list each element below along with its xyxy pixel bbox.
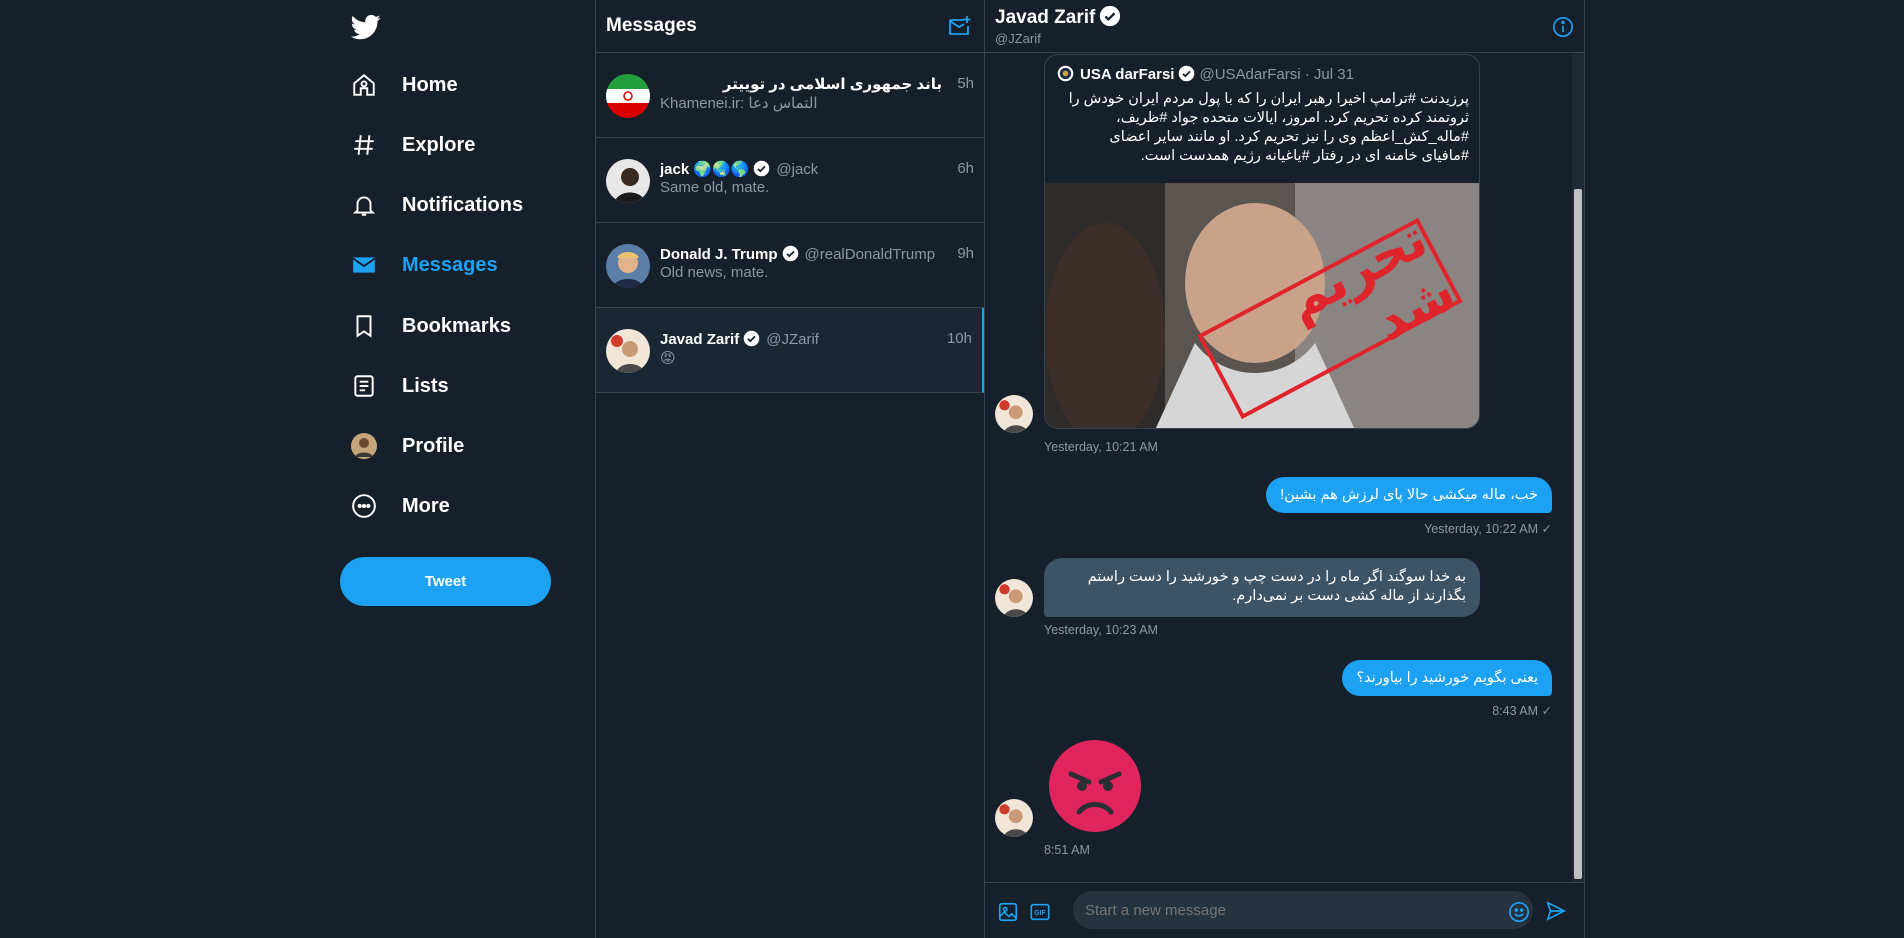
gif-icon[interactable]: GIF	[1029, 901, 1051, 923]
message-timestamp: 8:43 AM ✓	[1492, 704, 1552, 718]
shared-tweet-header: USA darFarsi @USAdarFarsi · Jul 31	[1057, 65, 1354, 83]
avatar	[606, 244, 650, 288]
avatar	[606, 159, 650, 203]
conversation-item[interactable]: jack 🌍🌏🌎 @jack 6h Same old, mate.	[596, 138, 984, 223]
twitter-logo-icon[interactable]	[350, 12, 382, 42]
nav-bookmarks[interactable]: Bookmarks	[340, 301, 511, 351]
shared-tweet-meta: @USAdarFarsi · Jul 31	[1199, 66, 1354, 83]
nav-notifications[interactable]: Notifications	[340, 180, 523, 230]
nav-explore[interactable]: Explore	[340, 120, 475, 170]
avatar	[995, 799, 1033, 837]
conversation-item[interactable]: باند جمهوری اسلامی در توییتر 5h Khamenei…	[596, 53, 984, 138]
message-timestamp: Yesterday, 10:23 AM	[1044, 623, 1158, 637]
conversation-item[interactable]: Javad Zarif @JZarif 10h 😡	[596, 308, 984, 393]
nav-more[interactable]: More	[340, 481, 450, 531]
scrollbar[interactable]	[1572, 53, 1584, 882]
conversation-time: 9h	[957, 245, 974, 262]
nav-home[interactable]: Home	[340, 60, 458, 110]
verified-badge-icon	[754, 160, 770, 177]
scrollbar-thumb[interactable]	[1574, 189, 1582, 879]
avatar	[350, 432, 378, 460]
conversation-name: باند جمهوری اسلامی در توییتر	[722, 76, 942, 93]
shared-tweet-card[interactable]: USA darFarsi @USAdarFarsi · Jul 31 پرزیدن…	[1044, 54, 1480, 429]
received-message[interactable]: به خدا سوگند اگر ماه را در دست چپ و خورش…	[1044, 558, 1480, 617]
conversation-header: Javad Zarif @JZarif	[985, 0, 1584, 53]
conversation-time: 5h	[957, 75, 974, 92]
conversation-name-row: Donald J. Trump @realDonaldTrump	[660, 245, 935, 263]
conversation-name: Donald J. Trump	[660, 246, 778, 263]
conversation-time: 10h	[946, 330, 972, 347]
list-icon	[350, 372, 378, 400]
message-timestamp: Yesterday, 10:22 AM ✓	[1424, 522, 1552, 536]
verified-badge-icon	[743, 330, 760, 347]
message-input[interactable]	[1073, 891, 1533, 929]
send-icon[interactable]	[1545, 900, 1567, 922]
conversation-snippet: Old news, mate.	[660, 264, 769, 281]
bell-icon	[350, 191, 378, 219]
nav-more-label: More	[402, 494, 450, 517]
new-message-icon[interactable]	[948, 14, 972, 38]
messages-header: Messages	[596, 0, 984, 53]
message-timestamp: 8:51 AM	[1044, 843, 1090, 857]
message-timestamp: Yesterday, 10:21 AM	[1044, 440, 1158, 454]
nav-profile[interactable]: Profile	[340, 421, 464, 471]
shared-tweet-image: تحریم شد	[1045, 183, 1479, 428]
conversation-handle: @jack	[776, 161, 819, 178]
nav-lists[interactable]: Lists	[340, 361, 449, 411]
nav-messages-label: Messages	[402, 253, 498, 276]
conversation-snippet: 😡	[660, 350, 676, 367]
conversation-name: jack 🌍🌏🌎	[660, 161, 750, 178]
verified-badge-icon	[782, 245, 798, 262]
nav-notifications-label: Notifications	[402, 193, 524, 216]
conversation-snippet: Khamenei.ir: التماس دعا	[660, 95, 818, 112]
conversation-snippet: Same old, mate.	[660, 179, 770, 196]
image-icon[interactable]	[997, 901, 1019, 923]
conversation-title-row: Javad Zarif	[995, 5, 1121, 29]
avatar	[995, 579, 1033, 617]
nav-messages[interactable]: Messages	[340, 240, 498, 290]
conversation-name: Javad Zarif	[660, 331, 740, 348]
conversation-name-row: jack 🌍🌏🌎 @jack	[660, 160, 818, 178]
avatar	[606, 329, 650, 373]
conversation-name-row: Javad Zarif @JZarif	[660, 330, 819, 348]
avatar	[995, 395, 1033, 433]
tweet-button[interactable]: Tweet	[340, 557, 551, 606]
nav-lists-label: Lists	[402, 374, 449, 397]
shared-tweet-author: USA darFarsi	[1080, 66, 1175, 83]
sent-message[interactable]: خب، ماله میکشی حالا پای لرزش هم بشین!	[1266, 477, 1552, 513]
conversation-panel: Javad Zarif @JZarif USA darFarsi @USAdarF…	[985, 0, 1585, 938]
message-composer: GIF	[985, 882, 1585, 938]
verified-badge-icon	[1100, 5, 1121, 27]
sent-message[interactable]: یعنی بگویم خورشید را بیاورند؟	[1342, 660, 1552, 696]
bookmark-icon	[350, 312, 378, 340]
shared-tweet-text: پرزیدنت #ترامپ اخیرا رهبر ایران را که با…	[1068, 91, 1469, 164]
envelope-icon	[350, 251, 378, 279]
messages-title: Messages	[606, 15, 697, 36]
avatar	[606, 74, 650, 118]
seal-icon	[1057, 65, 1074, 82]
conversation-handle: @realDonaldTrump	[804, 246, 936, 263]
more-icon	[350, 492, 378, 520]
nav-explore-label: Explore	[402, 133, 476, 156]
angry-face-emoji-icon[interactable]	[1049, 740, 1141, 832]
hashtag-icon	[350, 131, 378, 159]
conversation-time: 6h	[957, 160, 974, 177]
app-window: Home Explore Notifications Messages Book…	[0, 0, 1904, 938]
conversation-item[interactable]: Donald J. Trump @realDonaldTrump 9h Old n…	[596, 223, 984, 308]
conversation-handle: @JZarif	[766, 331, 819, 348]
nav-profile-label: Profile	[402, 434, 465, 457]
home-icon	[350, 71, 378, 99]
info-icon[interactable]	[1552, 16, 1574, 38]
svg-text:GIF: GIF	[1034, 910, 1045, 917]
messages-list: Messages باند جمهوری اسلامی در توییتر 5h…	[595, 0, 985, 938]
message-thread[interactable]: USA darFarsi @USAdarFarsi · Jul 31 پرزیدن…	[985, 53, 1573, 882]
conversation-title: Javad Zarif	[995, 7, 1096, 28]
conversation-handle: @JZarif	[995, 31, 1041, 46]
sidebar-nav: Home Explore Notifications Messages Book…	[340, 0, 595, 938]
emoji-icon[interactable]	[1508, 901, 1530, 923]
nav-bookmarks-label: Bookmarks	[402, 314, 511, 337]
nav-home-label: Home	[402, 73, 458, 96]
verified-badge-icon	[1179, 65, 1195, 82]
